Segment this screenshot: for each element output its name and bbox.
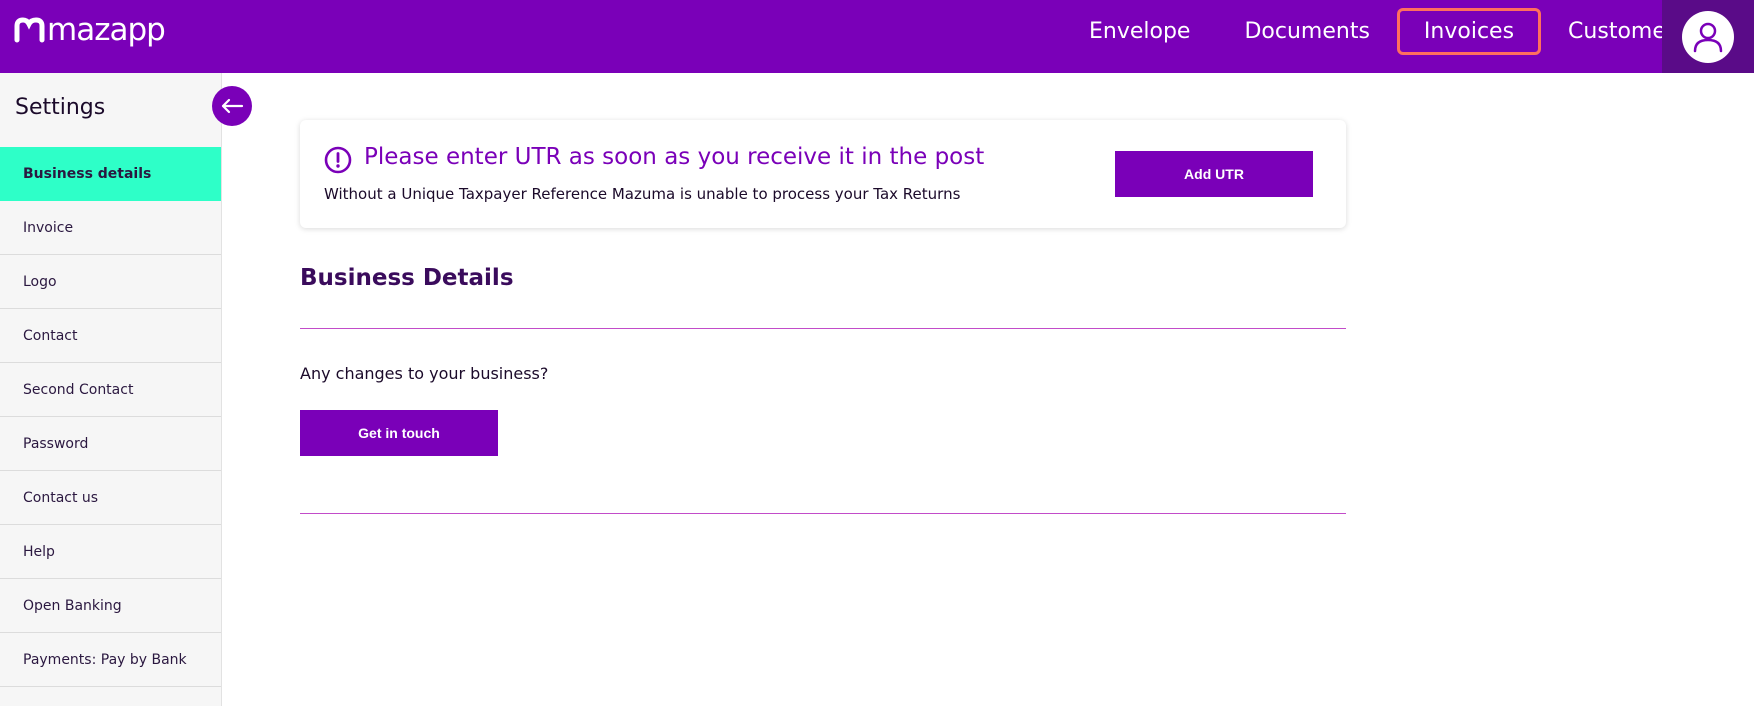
divider bbox=[300, 328, 1346, 329]
logo-m-icon bbox=[14, 17, 45, 43]
alert-title: Please enter UTR as soon as you receive … bbox=[364, 144, 985, 170]
utr-alert-card: Please enter UTR as soon as you receive … bbox=[300, 120, 1346, 228]
exclamation-circle-icon bbox=[324, 146, 352, 174]
avatar[interactable] bbox=[1682, 10, 1734, 63]
sidebar-title: Settings bbox=[15, 95, 106, 120]
divider bbox=[300, 513, 1346, 514]
settings-sidebar: Settings Business details Invoice Logo C… bbox=[0, 73, 222, 706]
page-title: Business Details bbox=[300, 265, 514, 291]
sidebar-item-contact[interactable]: Contact bbox=[0, 309, 221, 363]
sidebar-item-password[interactable]: Password bbox=[0, 417, 221, 471]
sidebar-item-open-banking[interactable]: Open Banking bbox=[0, 579, 221, 633]
sidebar-item-help[interactable]: Help bbox=[0, 525, 221, 579]
sidebar-list: Business details Invoice Logo Contact Se… bbox=[0, 147, 221, 687]
arrow-left-icon bbox=[221, 98, 244, 114]
sidebar-item-second-contact[interactable]: Second Contact bbox=[0, 363, 221, 417]
add-utr-button[interactable]: Add UTR bbox=[1115, 151, 1313, 197]
get-in-touch-button[interactable]: Get in touch bbox=[300, 410, 498, 456]
nav-envelope[interactable]: Envelope bbox=[1062, 8, 1217, 55]
user-icon bbox=[1693, 22, 1723, 52]
collapse-sidebar-button[interactable] bbox=[212, 86, 252, 126]
changes-prompt: Any changes to your business? bbox=[300, 364, 549, 383]
sidebar-item-logo[interactable]: Logo bbox=[0, 255, 221, 309]
nav-documents[interactable]: Documents bbox=[1217, 8, 1396, 55]
nav-invoices[interactable]: Invoices bbox=[1396, 8, 1542, 55]
sidebar-item-business-details[interactable]: Business details bbox=[0, 147, 221, 201]
sidebar-item-contact-us[interactable]: Contact us bbox=[0, 471, 221, 525]
main-nav: Envelope Documents Invoices Customers bbox=[1062, 8, 1713, 55]
top-bar: mazapp Envelope Documents Invoices Custo… bbox=[0, 0, 1754, 73]
alert-text: Without a Unique Taxpayer Reference Mazu… bbox=[324, 185, 961, 203]
logo-text: mazapp bbox=[47, 12, 166, 48]
sidebar-item-pay-by-bank[interactable]: Payments: Pay by Bank bbox=[0, 633, 221, 687]
sidebar-item-invoice[interactable]: Invoice bbox=[0, 201, 221, 255]
account-menu[interactable] bbox=[1662, 0, 1754, 73]
mazapp-logo[interactable]: mazapp bbox=[14, 10, 166, 50]
